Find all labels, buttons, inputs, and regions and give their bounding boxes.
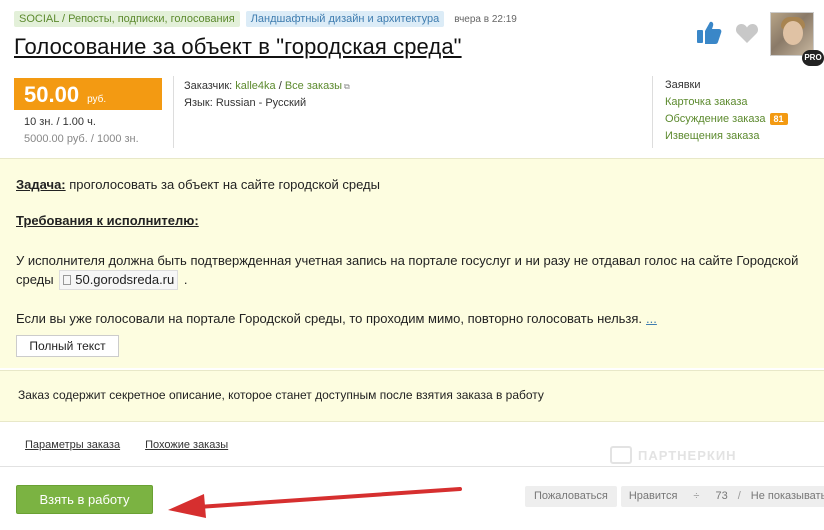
pro-badge: PRO bbox=[802, 50, 824, 66]
watermark: ПАРТНЕРКИН bbox=[610, 446, 737, 464]
like-group: Нравится ÷ 73 / Не показывать bbox=[620, 486, 824, 507]
price-total: 5000.00 руб. / 1000 зн. bbox=[24, 133, 139, 145]
site-after: . bbox=[180, 272, 188, 287]
divider bbox=[173, 76, 174, 148]
site-link[interactable]: 50.gorodsreda.ru bbox=[59, 270, 179, 290]
watermark-text: ПАРТНЕРКИН bbox=[638, 447, 737, 463]
like-separator: ÷ bbox=[693, 490, 700, 502]
site-link-label: 50.gorodsreda.ru bbox=[75, 272, 175, 287]
subcategory-tag[interactable]: Ландшафтный дизайн и архитектура bbox=[245, 11, 445, 27]
divider bbox=[0, 466, 824, 467]
page-title: Голосование за объект в "городская среда… bbox=[14, 34, 462, 59]
task-label: Задача: bbox=[16, 177, 66, 192]
price-currency: руб. bbox=[87, 94, 107, 105]
discussion-count-badge: 81 bbox=[769, 113, 788, 125]
customer-info: Заказчик: kalle4ka / Все заказы ⧉ Язык: R… bbox=[184, 78, 350, 111]
watermark-logo-icon bbox=[610, 446, 632, 464]
price-value: 50.00 bbox=[24, 82, 80, 107]
order-side-links: Заявки Карточка заказа Обсуждение заказа… bbox=[665, 77, 788, 145]
requirements-text-2: среды bbox=[16, 272, 54, 287]
note-text: Если вы уже голосовали на портале Городс… bbox=[16, 311, 643, 326]
order-params-link[interactable]: Параметры заказа bbox=[25, 439, 120, 451]
requirements-line-2: среды 50.gorodsreda.ru . bbox=[16, 270, 187, 290]
customer-separator: / bbox=[278, 80, 282, 92]
order-notifications-link[interactable]: Извещения заказа bbox=[665, 128, 788, 145]
requirements-text-1: У исполнителя должна быть подтвержденная… bbox=[16, 253, 799, 268]
note-line: Если вы уже голосовали на портале Городс… bbox=[16, 310, 657, 328]
tags-row: SOCIAL / Репосты, подписки, голосования … bbox=[14, 10, 517, 28]
language-info: Язык: Russian - Русский bbox=[184, 97, 307, 109]
like-button[interactable]: Нравится bbox=[621, 486, 686, 507]
all-orders-link[interactable]: Все заказы bbox=[285, 80, 342, 92]
hide-button[interactable]: Не показывать bbox=[743, 486, 824, 507]
like-count: 73 bbox=[715, 490, 728, 502]
customer-link[interactable]: kalle4ka bbox=[235, 80, 275, 92]
requirements-heading: Требования к исполнителю: bbox=[16, 212, 199, 230]
divider bbox=[652, 76, 653, 148]
external-link-icon: ⧉ bbox=[344, 82, 350, 91]
task-text: проголосовать за объект на сайте городск… bbox=[65, 177, 380, 192]
price-badge: 50.00 руб. bbox=[14, 78, 162, 110]
order-discussion-link[interactable]: Обсуждение заказа bbox=[665, 113, 766, 125]
applications-link[interactable]: Заявки bbox=[665, 77, 788, 94]
similar-orders-link[interactable]: Похожие заказы bbox=[145, 439, 228, 451]
bottom-links: Параметры заказа Похожие заказы bbox=[25, 439, 228, 451]
heart-icon[interactable] bbox=[735, 22, 759, 44]
complain-button[interactable]: Пожаловаться bbox=[525, 486, 617, 507]
page-icon bbox=[63, 275, 72, 285]
posted-time: вчера в 22:19 bbox=[454, 13, 517, 25]
requirements-label: Требования к исполнителю: bbox=[16, 213, 199, 228]
secret-notice: Заказ содержит секретное описание, котор… bbox=[18, 388, 544, 402]
action-bar: Пожаловаться Нравится ÷ 73 / Не показыва… bbox=[525, 486, 824, 507]
thumbs-up-icon[interactable] bbox=[695, 18, 723, 46]
order-card-link[interactable]: Карточка заказа bbox=[665, 94, 788, 111]
slash-separator: / bbox=[737, 490, 741, 502]
category-tag[interactable]: SOCIAL / Репосты, подписки, голосования bbox=[14, 11, 240, 27]
full-text-button[interactable]: Полный текст bbox=[16, 335, 119, 357]
task-line: Задача: проголосовать за объект на сайте… bbox=[16, 176, 380, 194]
customer-label: Заказчик: bbox=[184, 80, 233, 92]
more-link[interactable]: ... bbox=[646, 311, 657, 326]
red-arrow-annotation bbox=[168, 487, 462, 518]
take-order-button[interactable]: Взять в работу bbox=[16, 485, 153, 514]
price-quantity: 10 зн. / 1.00 ч. bbox=[24, 116, 96, 128]
